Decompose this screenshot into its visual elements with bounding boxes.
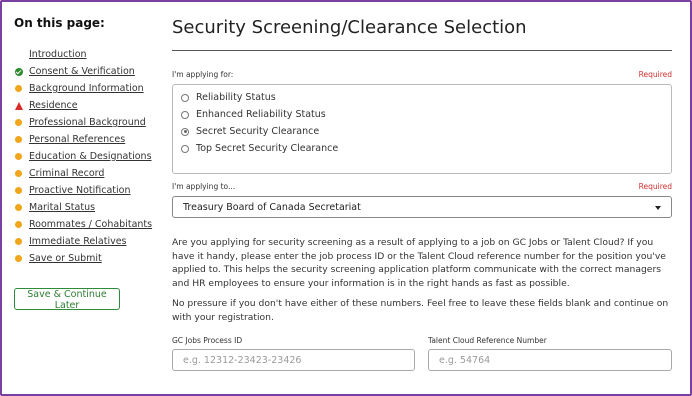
status-dot-icon xyxy=(14,237,23,246)
talent-cloud-label: Talent Cloud Reference Number xyxy=(428,336,547,345)
sidebar-item-link[interactable]: Marital Status xyxy=(29,202,95,213)
applying-for-required: Required xyxy=(638,70,672,79)
sidebar-nav-list: Introduction Consent & Verification Backgr… xyxy=(14,46,154,267)
talent-cloud-reference-input[interactable] xyxy=(428,349,672,371)
sidebar-item-link[interactable]: Consent & Verification xyxy=(29,66,135,77)
sidebar-item-link[interactable]: Criminal Record xyxy=(29,168,104,179)
clearance-option-label: Reliability Status xyxy=(196,92,276,103)
blank-icon xyxy=(14,50,23,59)
sidebar-item-link[interactable]: Immediate Relatives xyxy=(29,236,127,247)
clearance-option-label: Top Secret Security Clearance xyxy=(196,143,339,154)
clearance-option-label: Enhanced Reliability Status xyxy=(196,109,326,120)
job-reference-explanation: Are you applying for security screening … xyxy=(172,237,666,289)
sidebar-item[interactable]: Proactive Notification xyxy=(14,182,154,199)
sidebar-item[interactable]: Education & Designations xyxy=(14,148,154,165)
radio-button[interactable] xyxy=(181,144,189,153)
status-dot-icon xyxy=(14,203,23,212)
sidebar-item-link[interactable]: Personal References xyxy=(29,134,125,145)
sidebar-item[interactable]: Save or Submit xyxy=(14,250,154,267)
chevron-down-icon xyxy=(655,206,661,210)
status-dot-icon xyxy=(14,220,23,229)
sidebar-item[interactable]: Roommates / Cohabitants xyxy=(14,216,154,233)
status-dot-icon xyxy=(14,135,23,144)
gc-jobs-process-id-input[interactable] xyxy=(172,349,415,371)
status-dot-icon xyxy=(14,118,23,127)
sidebar-item-link[interactable]: Education & Designations xyxy=(29,151,152,162)
clearance-option-label: Secret Security Clearance xyxy=(196,126,320,137)
status-dot-icon xyxy=(14,169,23,178)
applying-to-label: I'm applying to... xyxy=(172,182,236,191)
page-title: Security Screening/Clearance Selection xyxy=(172,17,527,38)
sidebar-item[interactable]: Consent & Verification xyxy=(14,63,154,80)
department-select[interactable]: Treasury Board of Canada Secretariat xyxy=(172,196,672,218)
clearance-radio-group: Reliability Status Enhanced Reliability S… xyxy=(172,84,672,174)
clearance-option[interactable]: Enhanced Reliability Status xyxy=(181,106,663,123)
sidebar-item[interactable]: Introduction xyxy=(14,46,154,63)
sidebar-heading: On this page: xyxy=(14,16,105,30)
warning-triangle-icon xyxy=(14,101,23,110)
sidebar-item-link[interactable]: Introduction xyxy=(29,49,87,60)
no-pressure-note: No pressure if you don't have either of … xyxy=(172,298,669,323)
check-circle-icon xyxy=(14,67,23,76)
status-dot-icon xyxy=(14,254,23,263)
gc-jobs-label: GC Jobs Process ID xyxy=(172,336,243,345)
clearance-option[interactable]: Reliability Status xyxy=(181,89,663,106)
sidebar-item[interactable]: Personal References xyxy=(14,131,154,148)
department-select-value: Treasury Board of Canada Secretariat xyxy=(183,202,361,213)
radio-button[interactable] xyxy=(181,110,189,119)
sidebar-item-link[interactable]: Roommates / Cohabitants xyxy=(29,219,152,230)
sidebar-item[interactable]: Professional Background xyxy=(14,114,154,131)
sidebar-item[interactable]: Background Information xyxy=(14,80,154,97)
status-dot-icon xyxy=(14,152,23,161)
sidebar-item-link[interactable]: Save or Submit xyxy=(29,253,102,264)
page-frame: On this page: Introduction Consent & Veri… xyxy=(0,0,692,396)
status-dot-icon xyxy=(14,84,23,93)
title-divider xyxy=(172,50,672,51)
sidebar-item-link[interactable]: Residence xyxy=(29,100,78,111)
sidebar-item-link[interactable]: Proactive Notification xyxy=(29,185,130,196)
sidebar: On this page: Introduction Consent & Veri… xyxy=(14,16,154,267)
clearance-option[interactable]: Secret Security Clearance xyxy=(181,123,663,140)
sidebar-item-link[interactable]: Background Information xyxy=(29,83,144,94)
applying-to-required: Required xyxy=(638,182,672,191)
sidebar-item[interactable]: Immediate Relatives xyxy=(14,233,154,250)
status-dot-icon xyxy=(14,186,23,195)
radio-button[interactable] xyxy=(181,93,189,102)
main-content: Security Screening/Clearance Selection I… xyxy=(172,16,672,371)
clearance-option[interactable]: Top Secret Security Clearance xyxy=(181,140,663,157)
sidebar-item-link[interactable]: Professional Background xyxy=(29,117,146,128)
sidebar-item[interactable]: Residence xyxy=(14,97,154,114)
sidebar-item[interactable]: Criminal Record xyxy=(14,165,154,182)
sidebar-item[interactable]: Marital Status xyxy=(14,199,154,216)
applying-for-label: I'm applying for: xyxy=(172,70,234,79)
save-continue-later-button[interactable]: Save & Continue Later xyxy=(14,288,120,311)
radio-button[interactable] xyxy=(181,127,189,136)
